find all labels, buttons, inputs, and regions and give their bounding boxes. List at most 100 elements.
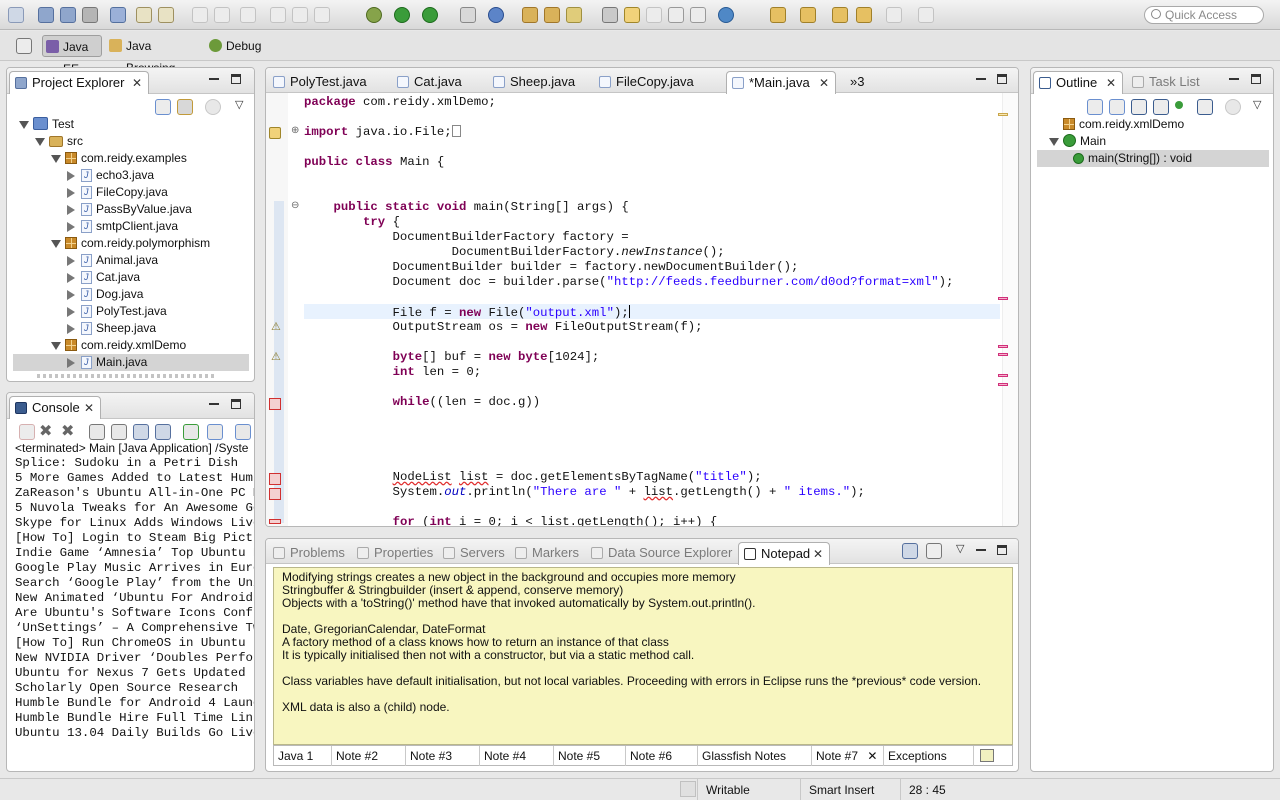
quick-access-input[interactable]: Quick Access	[1144, 6, 1264, 24]
highlight-icon[interactable]	[624, 7, 640, 23]
skip-breakpoints-icon[interactable]	[110, 7, 126, 23]
tree-item[interactable]: Cat.java	[67, 269, 140, 286]
expand-fold-icon[interactable]: ⊕	[291, 125, 299, 136]
notepad-tab[interactable]: Note #2	[332, 746, 406, 766]
hide-nonpublic-icon[interactable]	[1175, 101, 1183, 109]
folded-code-icon[interactable]	[451, 125, 461, 137]
perspective-java-ee[interactable]: Java EE	[42, 35, 102, 76]
minimize-icon[interactable]	[209, 74, 219, 80]
ruler-error-mark[interactable]	[998, 345, 1008, 348]
warning-icon[interactable]: ⚠	[271, 320, 281, 333]
link-with-editor-icon[interactable]	[177, 99, 193, 115]
tree-item[interactable]: com.reidy.examples	[51, 150, 187, 167]
notepad-edit-icon[interactable]	[980, 749, 994, 762]
code-line[interactable]: DocumentBuilderFactory.newInstance();	[304, 245, 725, 260]
notepad-delete-icon[interactable]	[926, 543, 942, 559]
next-annotation-icon[interactable]	[770, 7, 786, 23]
new-server-icon[interactable]	[460, 7, 476, 23]
format-icon[interactable]	[158, 7, 174, 23]
tree-item[interactable]: Sheep.java	[67, 320, 156, 337]
tree-item-selected[interactable]: Main.java	[67, 354, 147, 371]
search-tool-icon[interactable]	[602, 7, 618, 23]
suspend-icon[interactable]	[292, 7, 308, 23]
ruler-error-mark[interactable]	[998, 297, 1008, 300]
clear-console-icon[interactable]	[89, 424, 105, 440]
open-task-icon[interactable]	[566, 7, 582, 23]
error-icon[interactable]	[269, 398, 281, 410]
tab-outline[interactable]: Outline ✕	[1033, 71, 1123, 94]
new-class-icon[interactable]	[488, 7, 504, 23]
save-all-icon[interactable]	[60, 7, 76, 23]
minimize-icon[interactable]	[976, 74, 986, 80]
ruler-error-mark[interactable]	[998, 374, 1008, 377]
show-stdout-icon[interactable]	[133, 424, 149, 440]
open-folder-icon[interactable]	[544, 7, 560, 23]
ruler-error-mark[interactable]	[998, 353, 1008, 356]
display-console-icon[interactable]	[207, 424, 223, 440]
print-icon[interactable]	[82, 7, 98, 23]
terminate-icon[interactable]	[19, 424, 35, 440]
maximize-icon[interactable]	[1251, 74, 1261, 84]
save-icon[interactable]	[38, 7, 54, 23]
close-icon[interactable]: ✕	[1106, 72, 1116, 94]
scroll-lock-icon[interactable]	[111, 424, 127, 440]
tab-problems[interactable]: Problems	[268, 542, 348, 565]
tree-item[interactable]: echo3.java	[67, 167, 154, 184]
prev-annotation-icon[interactable]	[800, 7, 816, 23]
tree-item[interactable]: Animal.java	[67, 252, 158, 269]
code-line[interactable]: int len = 0;	[304, 365, 482, 380]
pin-icon[interactable]	[918, 7, 934, 23]
maximize-icon[interactable]	[231, 74, 241, 84]
toggle-mark-icon[interactable]	[136, 7, 152, 23]
notepad-tab[interactable]: Note #6	[626, 746, 698, 766]
open-perspective-icon[interactable]	[16, 38, 32, 54]
tree-item[interactable]: src	[35, 133, 83, 150]
maximize-icon[interactable]	[997, 74, 1007, 84]
warning-lightbulb-icon[interactable]	[269, 127, 281, 139]
code-line[interactable]: OutputStream os = new FileOutputStream(f…	[304, 320, 703, 335]
close-icon[interactable]: ✕	[813, 543, 823, 565]
tab-data-source-explorer[interactable]: Data Source Explorer	[586, 542, 734, 565]
back-icon[interactable]	[832, 7, 848, 23]
code-line[interactable]: try {	[304, 215, 400, 230]
notepad-tab[interactable]: Note #5	[554, 746, 626, 766]
globe-icon[interactable]	[718, 7, 734, 23]
minimize-icon[interactable]	[976, 545, 986, 551]
pin-console-icon[interactable]	[183, 424, 199, 440]
code-line[interactable]: import java.io.File;	[304, 125, 461, 140]
tree-item[interactable]: com.reidy.polymorphism	[51, 235, 210, 252]
code-line[interactable]: Document doc = builder.parse("http://fee…	[304, 275, 954, 290]
code-line[interactable]: NodeList list = doc.getElementsByTagName…	[304, 470, 762, 485]
code-line-current[interactable]: File f = new File("output.xml");	[304, 305, 630, 320]
close-icon[interactable]: ✕	[864, 749, 877, 763]
warning-icon[interactable]: ⚠	[271, 350, 281, 363]
error-icon[interactable]	[269, 473, 281, 485]
redo-icon[interactable]	[214, 7, 230, 23]
tree-item[interactable]: PassByValue.java	[67, 201, 192, 218]
editor-tab-polytest[interactable]: PolyTest.java	[268, 71, 388, 94]
collapse-all-icon[interactable]	[1087, 99, 1103, 115]
new-icon[interactable]	[8, 7, 24, 23]
paragraph-icon[interactable]	[690, 7, 706, 23]
hide-fields-icon[interactable]	[1131, 99, 1147, 115]
remove-launch-icon[interactable]: ✖	[39, 421, 52, 441]
sync-icon[interactable]	[1225, 99, 1241, 115]
editor-tab-cat[interactable]: Cat.java	[392, 71, 484, 94]
collapse-all-icon[interactable]	[155, 99, 171, 115]
view-menu-icon[interactable]: ▽	[1253, 98, 1261, 111]
debug-icon[interactable]	[366, 7, 382, 23]
code-line[interactable]: package com.reidy.xmlDemo;	[304, 95, 496, 110]
show-whitespace-icon[interactable]	[668, 7, 684, 23]
block-select-icon[interactable]	[646, 7, 662, 23]
editor-tab-sheep[interactable]: Sheep.java	[488, 71, 590, 94]
error-icon[interactable]	[269, 488, 281, 500]
tree-item[interactable]: smtpClient.java	[67, 218, 178, 235]
open-console-icon[interactable]	[235, 424, 251, 440]
close-icon[interactable]: ✕	[819, 72, 829, 94]
view-menu-icon[interactable]: ▽	[235, 98, 243, 111]
outline-item-selected[interactable]: main(String[]) : void	[1073, 150, 1192, 167]
code-line[interactable]: System.out.println("There are " + list.g…	[304, 485, 865, 500]
minimize-icon[interactable]	[1229, 74, 1239, 80]
hide-static-icon[interactable]	[1153, 99, 1169, 115]
external-tools-icon[interactable]	[422, 7, 438, 23]
